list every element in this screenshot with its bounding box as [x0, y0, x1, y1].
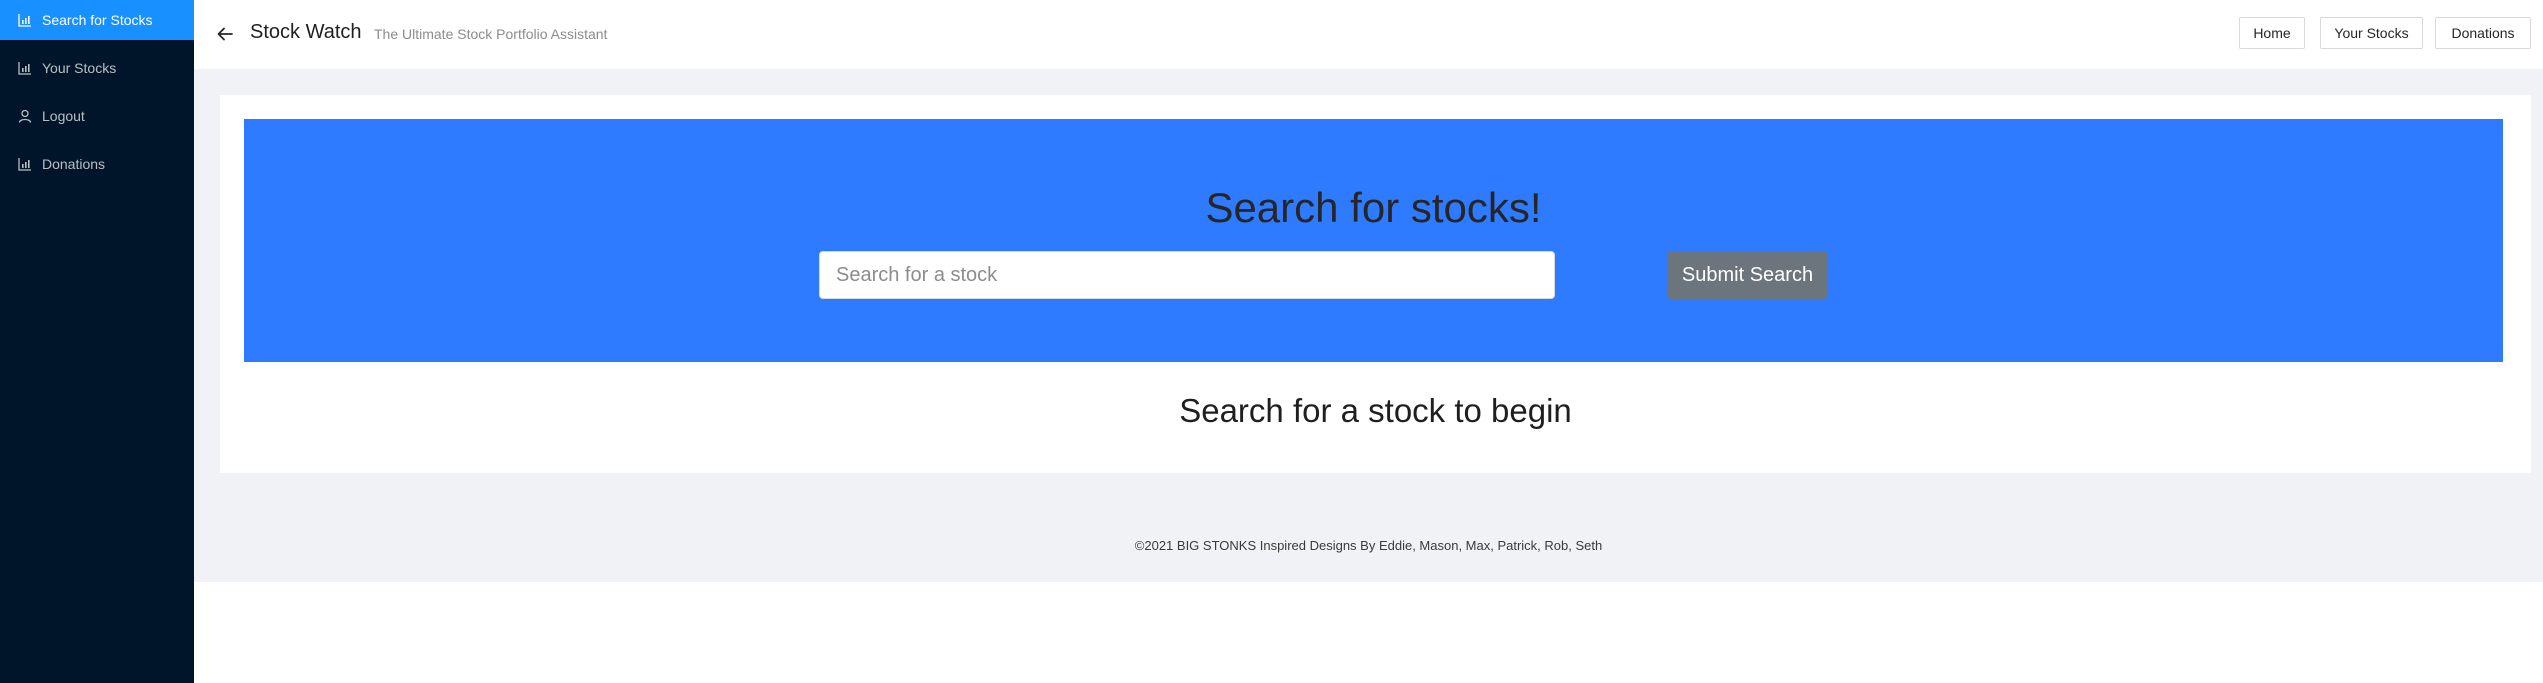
user-icon [18, 109, 32, 123]
search-input[interactable] [819, 251, 1555, 299]
search-heading: Search for stocks! [1205, 184, 1542, 231]
sidebar-item-label: Search for Stocks [42, 12, 153, 28]
arrow-left-icon[interactable] [216, 25, 234, 43]
your-stocks-button[interactable]: Your Stocks [2320, 17, 2423, 49]
sidebar-item-label: Logout [42, 108, 85, 124]
search-prompt: Search for a stock to begin [1179, 392, 1572, 429]
sidebar-item-logout[interactable]: Logout [0, 96, 194, 136]
bar-chart-icon [18, 14, 31, 27]
sidebar-item-label: Your Stocks [42, 60, 117, 76]
bar-chart-icon [18, 158, 31, 171]
page-header: Stock Watch The Ultimate Stock Portfolio… [194, 0, 2543, 69]
submit-search-button[interactable]: Submit Search [1667, 251, 1828, 299]
search-banner: Search for stocks! Submit Search [244, 119, 2503, 362]
sidebar-item-your-stocks[interactable]: Your Stocks [0, 48, 194, 88]
sidebar-item-donations[interactable]: Donations [0, 144, 194, 184]
page-title: Stock Watch [250, 21, 362, 43]
sidebar: Search for Stocks Your Stocks Logout Don… [0, 0, 194, 683]
donations-button[interactable]: Donations [2435, 17, 2531, 49]
bar-chart-icon [18, 62, 31, 75]
home-button[interactable]: Home [2239, 17, 2305, 49]
footer-text: ©2021 BIG STONKS Inspired Designs By Edd… [1134, 538, 1603, 553]
sidebar-item-label: Donations [42, 156, 106, 172]
page-subtitle: The Ultimate Stock Portfolio Assistant [374, 26, 608, 42]
sidebar-item-search-for-stocks[interactable]: Search for Stocks [0, 0, 194, 40]
